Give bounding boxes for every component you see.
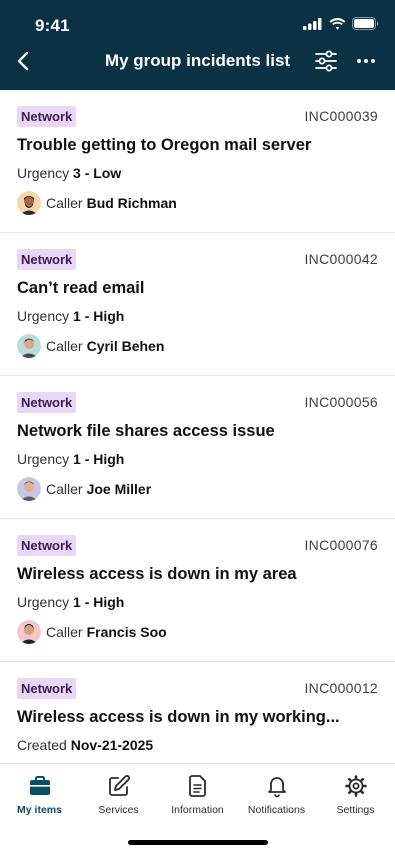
avatar — [17, 191, 41, 215]
incident-card[interactable]: Network INC000039 Trouble getting to Ore… — [0, 90, 395, 233]
bell-icon — [267, 777, 286, 798]
status-time: 9:41 — [35, 16, 70, 35]
caller-name: Bud Richman — [86, 195, 177, 211]
incident-meta: Urgency 1 - High — [17, 308, 124, 324]
edit-icon — [108, 775, 130, 796]
more-horizontal-icon[interactable] — [354, 49, 378, 73]
category-badge: Network — [17, 535, 77, 556]
incident-title: Can’t read email — [17, 279, 145, 297]
incident-number: INC000012 — [304, 680, 378, 696]
incident-title: Network file shares access issue — [17, 422, 275, 440]
caller-row: Caller Cyril Behen — [17, 334, 164, 358]
caller-row: Caller Bud Richman — [17, 191, 177, 215]
signal-icon — [303, 17, 322, 30]
title-row: My group incidents list — [0, 44, 395, 78]
meta-label: Urgency — [17, 594, 70, 610]
incident-number: INC000076 — [304, 537, 378, 553]
tab-label: Services — [98, 804, 139, 816]
incident-number: INC000042 — [304, 251, 378, 267]
meta-value: 1 - High — [73, 594, 125, 610]
incident-meta: Created Nov-21-2025 — [17, 737, 153, 753]
tab-services[interactable]: Services — [79, 774, 158, 816]
briefcase-icon — [29, 776, 50, 795]
caller-label: Caller — [46, 624, 83, 640]
incident-list: Network INC000039 Trouble getting to Ore… — [0, 90, 395, 763]
caller-name: Francis Soo — [86, 624, 167, 640]
caller-label: Caller — [46, 195, 83, 211]
tab-label: Information — [171, 804, 224, 816]
category-badge: Network — [17, 249, 77, 270]
tab-my-items[interactable]: My items — [0, 774, 79, 816]
incident-meta: Urgency 3 - Low — [17, 165, 121, 181]
tab-settings[interactable]: Settings — [316, 774, 395, 816]
caller-name: Joe Miller — [86, 481, 152, 497]
meta-label: Created — [17, 737, 67, 753]
caller-label: Caller — [46, 481, 83, 497]
incident-title: Wireless access is down in my working... — [17, 708, 340, 726]
avatar — [17, 334, 41, 358]
incident-meta: Urgency 1 - High — [17, 594, 124, 610]
incident-card[interactable]: Network INC000042 Can’t read email Urgen… — [0, 233, 395, 376]
tab-notifications[interactable]: Notifications — [237, 774, 316, 816]
meta-label: Urgency — [17, 308, 70, 324]
status-icons — [303, 17, 379, 30]
incident-meta: Urgency 1 - High — [17, 451, 124, 467]
app-header: 9:41 My group incidents list — [0, 0, 395, 90]
meta-value: 1 - High — [73, 308, 125, 324]
meta-label: Urgency — [17, 165, 70, 181]
avatar — [17, 620, 41, 644]
meta-label: Urgency — [17, 451, 70, 467]
incident-number: INC000039 — [304, 108, 378, 124]
tab-label: Notifications — [247, 804, 306, 816]
incident-card[interactable]: Network INC000056 Network file shares ac… — [0, 376, 395, 519]
incident-title: Trouble getting to Oregon mail server — [17, 136, 312, 154]
avatar — [17, 477, 41, 501]
meta-value: 3 - Low — [73, 165, 122, 181]
incident-title: Wireless access is down in my area — [17, 565, 297, 583]
battery-icon — [352, 17, 379, 30]
caller-label: Caller — [46, 338, 83, 354]
caller-row: Caller Francis Soo — [17, 620, 167, 644]
caller-row: Caller Joe Miller — [17, 477, 151, 501]
tab-label: My items — [17, 804, 62, 816]
category-badge: Network — [17, 392, 77, 413]
gear-icon — [344, 775, 367, 797]
home-indicator — [128, 840, 268, 845]
incident-number: INC000056 — [304, 394, 378, 410]
sliders-icon[interactable] — [314, 49, 338, 73]
caller-name: Cyril Behen — [86, 338, 165, 354]
wifi-icon — [329, 17, 346, 30]
category-badge: Network — [17, 678, 77, 699]
meta-value: Nov-21-2025 — [70, 737, 154, 753]
meta-value: 1 - High — [73, 451, 125, 467]
incident-card[interactable]: Network INC000076 Wireless access is dow… — [0, 519, 395, 662]
tab-label: Settings — [336, 804, 375, 816]
category-badge: Network — [17, 106, 77, 127]
incident-card[interactable]: Network INC000012 Wireless access is dow… — [0, 662, 395, 763]
document-icon — [188, 775, 206, 797]
tab-information[interactable]: Information — [158, 774, 237, 816]
